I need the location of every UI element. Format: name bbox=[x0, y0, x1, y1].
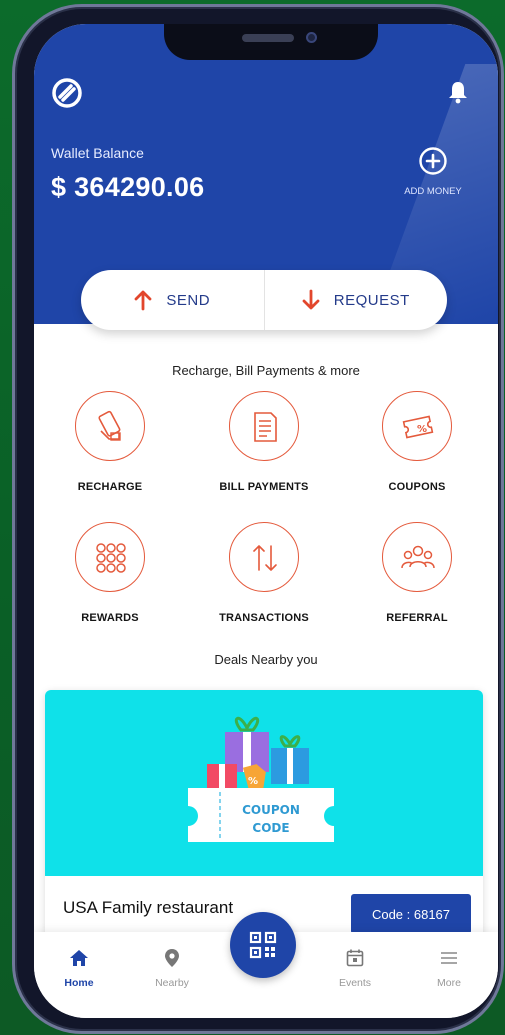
bill-icon bbox=[254, 412, 277, 442]
service-circle bbox=[382, 522, 452, 592]
coupon-text-line2: CODE bbox=[252, 821, 289, 835]
service-label: COUPONS bbox=[388, 481, 446, 493]
svg-text:%: % bbox=[248, 776, 258, 787]
service-circle bbox=[75, 391, 145, 461]
service-circle: % bbox=[382, 391, 452, 461]
nav-events[interactable]: Events bbox=[325, 948, 385, 989]
service-circle bbox=[229, 391, 299, 461]
send-button[interactable]: SEND bbox=[81, 270, 264, 330]
service-label: TRANSACTIONS bbox=[219, 612, 309, 624]
arrow-down-icon bbox=[302, 289, 320, 310]
add-circle-icon bbox=[419, 147, 447, 175]
service-rewards[interactable]: REWARDS bbox=[55, 522, 165, 624]
deal-card[interactable]: % COUPON CODE USA Family restaurant Code… bbox=[45, 690, 483, 940]
send-label: SEND bbox=[166, 291, 211, 309]
services-section-title: Recharge, Bill Payments & more bbox=[172, 363, 360, 378]
nav-home[interactable]: Home bbox=[49, 948, 109, 989]
request-button[interactable]: REQUEST bbox=[265, 270, 448, 330]
coupon-text-line1: COUPON bbox=[242, 803, 300, 817]
gift-coupon-illustration: % COUPON CODE bbox=[188, 716, 334, 842]
coupon-icon: % bbox=[402, 415, 434, 439]
nav-label: Events bbox=[338, 977, 372, 989]
scan-qr-button[interactable] bbox=[230, 912, 296, 978]
send-request-bar: SEND REQUEST bbox=[81, 270, 447, 330]
service-transactions[interactable]: TRANSACTIONS bbox=[209, 522, 319, 624]
service-label: RECHARGE bbox=[77, 481, 143, 493]
nav-label: Nearby bbox=[155, 977, 189, 989]
nav-label: Home bbox=[64, 977, 94, 989]
home-icon bbox=[70, 950, 88, 966]
nav-more[interactable]: More bbox=[419, 948, 479, 989]
wallet-balance-amount: $ 364290.06 bbox=[51, 172, 205, 202]
service-circle bbox=[75, 522, 145, 592]
qr-code-icon bbox=[249, 931, 277, 959]
service-referral[interactable]: REFERRAL bbox=[362, 522, 472, 624]
notch-speaker bbox=[242, 34, 294, 42]
service-label: BILL PAYMENTS bbox=[219, 481, 309, 493]
service-label: REWARDS bbox=[81, 612, 139, 624]
svg-text:%: % bbox=[417, 424, 427, 435]
service-coupons[interactable]: % COUPONS bbox=[362, 391, 472, 493]
service-circle bbox=[229, 522, 299, 592]
referral-icon bbox=[401, 545, 435, 569]
add-money-button[interactable]: ADD MONEY bbox=[398, 146, 468, 197]
service-bill-payments[interactable]: BILL PAYMENTS bbox=[209, 391, 319, 493]
wallet-balance-label: Wallet Balance bbox=[51, 145, 144, 161]
front-camera bbox=[306, 32, 317, 43]
nav-label: More bbox=[437, 977, 461, 989]
deals-section-title: Deals Nearby you bbox=[214, 652, 318, 667]
arrow-up-icon bbox=[135, 290, 152, 311]
calendar-icon bbox=[346, 949, 364, 967]
transactions-icon bbox=[253, 545, 277, 571]
deal-banner: % COUPON CODE bbox=[45, 690, 483, 876]
deal-code-button[interactable]: Code : 68167 bbox=[351, 894, 471, 934]
service-recharge[interactable]: RECHARGE bbox=[55, 391, 165, 493]
phone-notch bbox=[164, 24, 378, 60]
app-screen: Wallet Balance $ 364290.06 ADD MONEY SEN… bbox=[34, 24, 498, 1018]
location-pin-icon bbox=[165, 949, 179, 967]
rewards-grid-icon bbox=[96, 543, 126, 573]
app-logo-icon[interactable] bbox=[50, 76, 84, 110]
deal-restaurant-name: USA Family restaurant bbox=[63, 898, 234, 917]
mobile-recharge-icon bbox=[98, 410, 121, 441]
notification-bell-icon[interactable] bbox=[448, 80, 468, 104]
nav-nearby[interactable]: Nearby bbox=[142, 948, 202, 989]
request-label: REQUEST bbox=[333, 291, 410, 309]
add-money-label: ADD MONEY bbox=[404, 186, 462, 197]
menu-icon bbox=[441, 952, 457, 964]
service-label: REFERRAL bbox=[386, 612, 448, 624]
